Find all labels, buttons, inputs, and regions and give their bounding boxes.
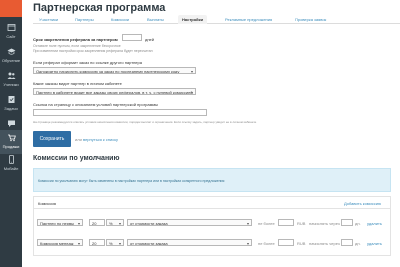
chevron-down-icon: ▾ [246, 241, 249, 246]
referral-hint-recalc: При изменении настройки срок закрепления… [33, 49, 153, 53]
select-value: % [109, 241, 113, 246]
sidebar-item-tasks[interactable]: Задачи [0, 92, 22, 116]
conditions-hint: На странице рекомендуется описать услови… [33, 120, 257, 124]
unit-select[interactable]: % ▾ [106, 239, 124, 246]
select-value: % [109, 221, 113, 226]
referral-term-input[interactable] [122, 34, 142, 41]
select-value: Партнер по первы [40, 221, 74, 226]
tab-partners[interactable]: Партнеры [71, 15, 98, 24]
base-select[interactable]: от стоимости заказа ▾ [127, 239, 252, 246]
conditions-link-input[interactable] [33, 109, 207, 116]
referral-hint: Оставьте поле пустым, если закрепление б… [33, 44, 121, 48]
sidebar-item-label: Продажи [2, 144, 20, 149]
info-text: Комиссии по умолчанию могут быть изменен… [38, 179, 225, 183]
conditions-link-label: Ссылка на страницу с описанием условий п… [33, 102, 158, 107]
site-icon [7, 23, 16, 32]
chevron-down-icon: ▾ [190, 90, 193, 95]
chevron-down-icon: ▾ [77, 241, 80, 246]
delay-input[interactable] [341, 239, 353, 246]
tab-participants[interactable]: Участники [35, 15, 62, 24]
select-value: от стоимости заказа [130, 241, 168, 246]
select-value: Однократно начислить комиссию за заказ п… [36, 69, 180, 74]
delete-link[interactable]: удалить [367, 241, 382, 246]
days-unit: дн. [355, 221, 361, 226]
chevron-down-icon: ▾ [77, 221, 80, 226]
chevron-down-icon: ▾ [118, 221, 121, 226]
sidebar-item-mobile[interactable]: Мобайл [0, 152, 22, 176]
sidebar-item-label: Обучение [1, 58, 21, 63]
tab-bar: Участники Партнеры Комиссии Выплаты Наст… [33, 15, 400, 24]
delay-label: начислять через [309, 241, 340, 246]
tab-commissions[interactable]: Комиссии [107, 15, 133, 24]
sidebar-item-training[interactable]: Обучение [0, 44, 22, 68]
select-value: от стоимости заказа [130, 221, 168, 226]
or-text: или [75, 137, 82, 142]
chevron-down-icon: ▾ [190, 69, 193, 74]
sidebar: Сайт Обучение Ученики Задачи Сообщения П… [0, 0, 22, 267]
column-commission: Комиссия [38, 201, 56, 206]
referral-term-unit: дней [145, 37, 155, 42]
unit-select[interactable]: % ▾ [106, 219, 124, 226]
cabinet-orders-label: Какие заказы видит партнер в личном каби… [33, 81, 122, 86]
messages-icon [7, 119, 16, 128]
sidebar-item-label: Ученики [3, 82, 19, 87]
days-unit: дн. [355, 241, 361, 246]
commission-type-select[interactable]: Комиссия менедж ▾ [37, 239, 83, 246]
sales-icon [7, 133, 16, 142]
max-label: не более [258, 241, 275, 246]
sidebar-item-label: Мобайл [3, 166, 19, 171]
sidebar-item-sales[interactable]: Продажи [0, 130, 22, 154]
info-box: Комиссии по умолчанию могут быть изменен… [33, 168, 391, 192]
delay-input[interactable] [341, 219, 353, 226]
save-button[interactable]: Сохранить [33, 131, 71, 147]
commissions-table: Комиссия Добавить комиссию Партнер по пе… [33, 196, 391, 256]
sidebar-item-label: Задачи [4, 106, 18, 111]
tab-requests[interactable]: Проверка заявок [291, 15, 330, 24]
referral-term-label: Срок закрепления реферала за партнером [33, 37, 118, 42]
cabinet-orders-select[interactable]: Партнер в кабинете видит все заказы свои… [33, 88, 196, 95]
max-input[interactable] [278, 219, 294, 226]
select-value: Комиссия менедж [40, 241, 74, 246]
sidebar-item-label: Сайт [6, 34, 16, 39]
chevron-down-icon: ▾ [118, 241, 121, 246]
table-header: Комиссия Добавить комиссию [34, 197, 390, 209]
percent-input[interactable]: 20 [89, 239, 105, 246]
tasks-icon [7, 95, 16, 104]
sidebar-item-students[interactable]: Ученики [0, 68, 22, 92]
another-link-select[interactable]: Однократно начислить комиссию за заказ п… [33, 67, 196, 74]
students-icon [7, 71, 16, 80]
section-title: Комиссии по умолчанию [33, 155, 120, 162]
add-commission-link[interactable]: Добавить комиссию [344, 201, 381, 206]
max-label: не более [258, 221, 275, 226]
another-link-label: Если реферал оформит заказ по ссылке дру… [33, 60, 142, 65]
select-value: Партнер в кабинете видит все заказы свои… [36, 90, 193, 95]
back-to-list-link[interactable]: вернуться к списку [83, 137, 118, 142]
currency-label: RUB [297, 221, 306, 226]
delay-label: начислять через [309, 221, 340, 226]
page-title: Партнерская программа [33, 2, 166, 14]
tab-settings[interactable]: Настройки [178, 15, 208, 24]
commission-type-select[interactable]: Партнер по первы ▾ [37, 219, 83, 226]
currency-label: RUB [297, 241, 306, 246]
delete-link[interactable]: удалить [367, 221, 382, 226]
sidebar-item-site[interactable]: Сайт [0, 20, 22, 44]
base-select[interactable]: от стоимости заказа ▾ [127, 219, 252, 226]
brand-bar [0, 0, 22, 17]
max-input[interactable] [278, 239, 294, 246]
tab-payouts[interactable]: Выплаты [143, 15, 168, 24]
mobile-icon [7, 155, 16, 164]
percent-input[interactable]: 20 [89, 219, 105, 226]
training-icon [7, 47, 16, 56]
tab-offers[interactable]: Рекламные предложения [221, 15, 276, 24]
chevron-down-icon: ▾ [246, 221, 249, 226]
